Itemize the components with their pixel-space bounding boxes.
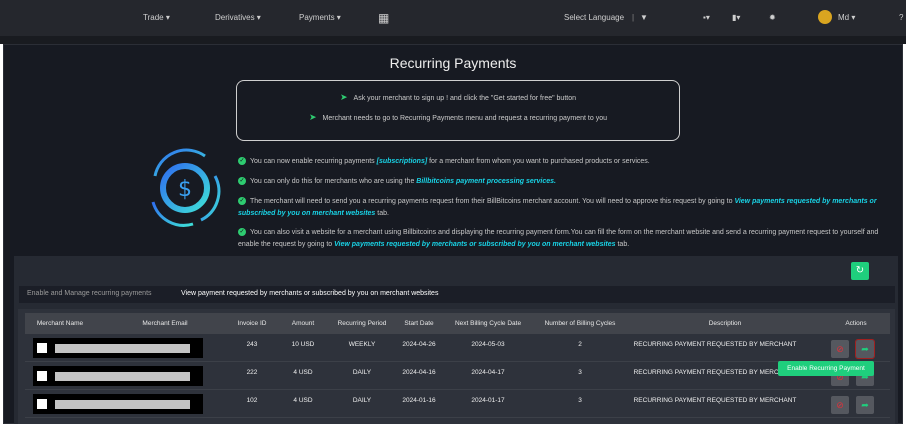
gear-icon[interactable]: ✹ bbox=[769, 13, 776, 22]
table-cell: 2024-01-17 bbox=[471, 397, 505, 404]
info-line: ✓ You can now enable recurring payments [… bbox=[238, 156, 898, 168]
table-cell: 2024-04-26 bbox=[402, 341, 436, 348]
nav-payments[interactable]: Payments ▾ bbox=[299, 13, 341, 22]
recurring-dollar-icon: $ bbox=[151, 148, 221, 227]
info-text: The merchant will need to send you a rec… bbox=[250, 198, 735, 205]
check-icon: ✓ bbox=[238, 177, 246, 186]
table-cell: RECURRING PAYMENT REQUESTED BY MERCHANT bbox=[633, 341, 797, 348]
table-cell: 2024-05-03 bbox=[471, 341, 505, 348]
svg-text:$: $ bbox=[178, 177, 192, 202]
language-select[interactable]: Select Language bbox=[564, 13, 624, 22]
wallet-icon[interactable]: ▪▾ bbox=[703, 13, 710, 22]
tab-view-requested[interactable]: View payment requested by merchants or s… bbox=[181, 290, 438, 297]
redacted-merchant bbox=[33, 338, 203, 358]
check-icon: ✓ bbox=[238, 228, 246, 237]
info-text: You can now enable recurring payments bbox=[250, 158, 377, 165]
table-header: Merchant Name Merchant Email Invoice ID … bbox=[25, 313, 890, 334]
table-cell: 2 bbox=[578, 341, 582, 348]
table-cell: 10 USD bbox=[291, 341, 315, 348]
info-link[interactable]: View payments requested by merchants or … bbox=[334, 241, 615, 248]
col-header: Recurring Period bbox=[337, 320, 387, 327]
nav-trade[interactable]: Trade ▾ bbox=[143, 13, 170, 22]
col-header: Merchant Name bbox=[36, 320, 84, 327]
info-text: for a merchant from whom you want to pur… bbox=[427, 158, 650, 165]
table-cell: RECURRING PAYMENT REQUESTED BY MERCHANT bbox=[633, 397, 797, 404]
table-cell: 222 bbox=[246, 369, 258, 376]
table-row: 243 10 USD WEEKLY 2024-04-26 2024-05-03 2 RECU… bbox=[25, 334, 890, 362]
check-icon: ✓ bbox=[238, 157, 246, 166]
check-icon: ✓ bbox=[238, 197, 246, 206]
table-cell: DAILY bbox=[352, 369, 372, 376]
info-text: tab. bbox=[375, 210, 389, 217]
table-cell: 2024-04-16 bbox=[402, 369, 436, 376]
table-cell: 3 bbox=[578, 397, 582, 404]
help-icon[interactable]: ? bbox=[899, 13, 903, 22]
redacted-merchant bbox=[33, 394, 203, 414]
info-line: ✓ You can only do this for merchants who … bbox=[238, 176, 898, 188]
table-cell: 243 bbox=[246, 341, 258, 348]
col-header: Next Billing Cycle Date bbox=[454, 320, 522, 327]
info-line: ✓ The merchant will need to send you a re… bbox=[238, 196, 898, 220]
table-row: 102 4 USD DAILY 2024-01-16 2024-01-17 3 RECURR… bbox=[25, 390, 890, 418]
table-cell: RECURRING PAYMENT REQUESTED BY MERCHANT bbox=[633, 369, 797, 376]
table-cell: DAILY bbox=[352, 397, 372, 404]
user-menu[interactable]: Md ▾ bbox=[838, 13, 855, 22]
tab-bar: Enable and Manage recurring payments Vie… bbox=[19, 286, 895, 303]
step-text: Merchant needs to go to Recurring Paymen… bbox=[322, 115, 607, 122]
col-header: Description bbox=[708, 320, 742, 327]
info-link[interactable]: Billbitcoins payment processing services… bbox=[416, 178, 556, 185]
reject-button[interactable]: ⊘ bbox=[831, 340, 849, 358]
language-caret-icon[interactable]: ▼ bbox=[640, 13, 648, 22]
tab-manage[interactable]: Enable and Manage recurring payments bbox=[27, 290, 152, 297]
col-header: Actions bbox=[845, 320, 867, 327]
divider: | bbox=[632, 13, 635, 22]
info-line: ✓ You can also visit a website for a merc… bbox=[238, 227, 898, 251]
info-text: tab. bbox=[615, 241, 630, 248]
apps-grid-icon[interactable]: ▦ bbox=[378, 11, 389, 25]
refresh-button[interactable]: ↻ bbox=[851, 262, 869, 280]
send-icon: ➤ bbox=[309, 112, 317, 122]
info-text: You can only do this for merchants who a… bbox=[250, 178, 417, 185]
table-cell: 2024-01-16 bbox=[402, 397, 436, 404]
step-text: Ask your merchant to sign up ! and click… bbox=[353, 95, 576, 102]
col-header: Start Date bbox=[404, 320, 434, 327]
nav-shadow bbox=[0, 36, 906, 44]
table-cell: 3 bbox=[578, 369, 582, 376]
table-cell: 4 USD bbox=[293, 397, 313, 404]
top-nav: Trade ▾ Derivatives ▾ Payments ▾ ▦ Selec… bbox=[0, 0, 906, 36]
col-header: Invoice ID bbox=[237, 320, 267, 327]
col-header: Amount bbox=[291, 320, 315, 327]
send-icon: ➤ bbox=[339, 92, 348, 102]
reject-button[interactable]: ⊘ bbox=[831, 396, 849, 414]
table-cell: 2024-04-17 bbox=[471, 369, 505, 376]
col-header: Merchant Email bbox=[142, 320, 188, 327]
info-link[interactable]: [subscriptions] bbox=[377, 158, 428, 165]
redacted-merchant bbox=[33, 366, 203, 386]
enable-recurring-button[interactable]: ➦ bbox=[856, 396, 874, 414]
steps-box: ➤ Ask your merchant to sign up ! and clic… bbox=[236, 80, 680, 141]
table-cell: 4 USD bbox=[293, 369, 313, 376]
avatar[interactable] bbox=[818, 10, 832, 24]
col-header: Number of Billing Cycles bbox=[544, 320, 616, 327]
page-title: Recurring Payments bbox=[389, 55, 517, 71]
table-cell: 102 bbox=[246, 397, 258, 404]
bottle-icon[interactable]: ▮▾ bbox=[732, 13, 740, 22]
tooltip: Enable Recurring Payment bbox=[778, 361, 874, 376]
enable-recurring-button[interactable]: ➦ bbox=[855, 339, 875, 359]
nav-derivatives[interactable]: Derivatives ▾ bbox=[215, 13, 261, 22]
table-cell: WEEKLY bbox=[348, 341, 376, 348]
table-row: 222 4 USD DAILY 2024-04-16 2024-04-17 3 RECURR… bbox=[25, 362, 890, 390]
